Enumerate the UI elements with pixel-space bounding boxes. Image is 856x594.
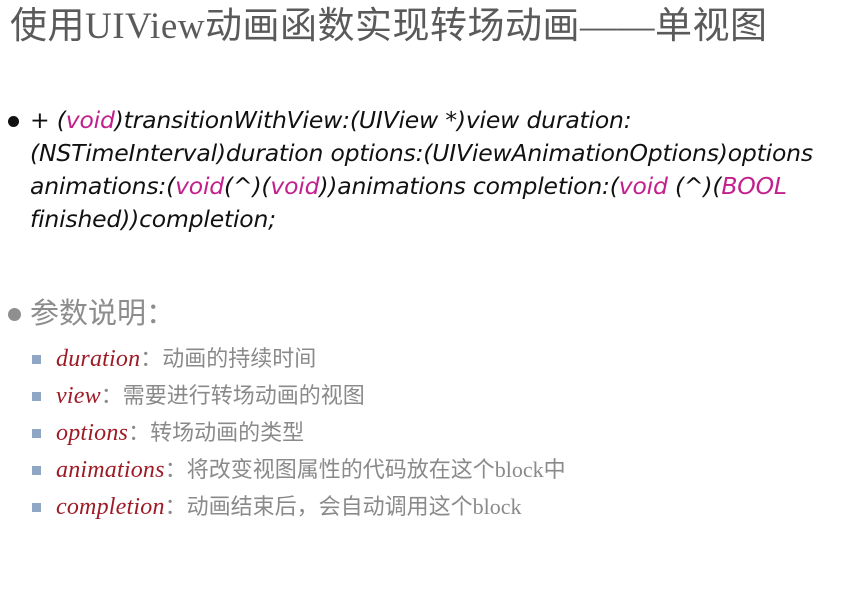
param-name: duration	[56, 346, 141, 372]
code-seg-plain: (^)(	[667, 172, 722, 200]
param-description: 动画的持续时间	[162, 346, 317, 371]
params-heading-bullet-item: 参数说明：	[0, 294, 856, 334]
code-keyword-bool: BOOL	[721, 172, 787, 200]
param-separator: ：	[128, 420, 151, 445]
param-separator: ：	[140, 346, 163, 371]
param-name: completion	[56, 494, 165, 520]
param-name: options	[56, 420, 129, 446]
param-description-pre: 动画结束后，会自动调用这个	[186, 494, 473, 519]
code-seg-plain: finished))completion;	[30, 205, 276, 233]
circle-bullet-icon	[8, 116, 19, 127]
param-item-animations: animations：将改变视图属性的代码放在这个block中	[0, 451, 856, 488]
slide-title: 使用UIView动画函数实现转场动画——单视图	[10, 6, 768, 47]
param-item-options: options：转场动画的类型	[0, 414, 856, 451]
code-keyword-void: void	[618, 172, 668, 200]
params-list: duration：动画的持续时间 view：需要进行转场动画的视图 option…	[0, 340, 856, 525]
param-item-duration: duration：动画的持续时间	[0, 340, 856, 377]
square-bullet-icon	[32, 392, 41, 401]
slide-body: + (void)transitionWithView:(UIView *)vie…	[0, 104, 856, 525]
presentation-slide: 使用UIView动画函数实现转场动画——单视图 + (void)transiti…	[0, 0, 856, 594]
method-signature-bullet-item: + (void)transitionWithView:(UIView *)vie…	[0, 104, 856, 236]
param-description-term: block	[494, 457, 544, 482]
param-name: view	[56, 383, 101, 409]
param-description: 转场动画的类型	[150, 420, 305, 445]
code-keyword-void: void	[65, 106, 115, 134]
square-bullet-icon	[32, 466, 41, 475]
param-description-post: 中	[543, 457, 566, 482]
square-bullet-icon	[32, 429, 41, 438]
code-seg-plain: )transitionWithView:(UIView *)view	[114, 106, 520, 134]
code-seg-plain: + (	[30, 106, 66, 134]
param-item-completion: completion：动画结束后，会自动调用这个block	[0, 488, 856, 525]
code-keyword-void: void	[175, 172, 224, 200]
param-description-pre: 将改变视图属性的代码放在这个	[186, 457, 495, 482]
param-description: 需要进行转场动画的视图	[122, 383, 365, 408]
param-separator: ：	[164, 494, 187, 519]
circle-bullet-icon	[8, 308, 21, 321]
param-separator: ：	[164, 457, 187, 482]
param-item-view: view：需要进行转场动画的视图	[0, 377, 856, 414]
params-heading: 参数说明：	[30, 298, 176, 330]
code-seg-plain: (^)(	[224, 172, 271, 200]
code-keyword-void: void	[270, 172, 320, 200]
param-name: animations	[56, 457, 165, 483]
square-bullet-icon	[32, 503, 41, 512]
param-description-term: block	[472, 494, 522, 519]
square-bullet-icon	[32, 355, 41, 364]
code-seg-plain: ))animations completion:(	[319, 172, 619, 200]
method-signature-code: + (void)transitionWithView:(UIView *)vie…	[30, 104, 856, 236]
param-separator: ：	[100, 383, 123, 408]
